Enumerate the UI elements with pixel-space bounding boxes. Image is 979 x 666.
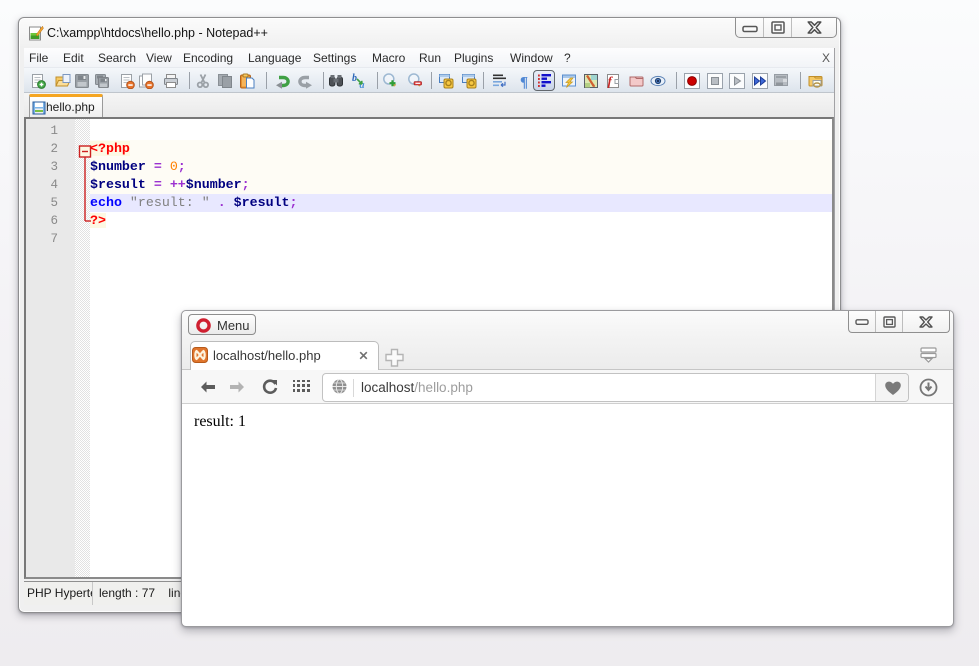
svg-text:b: b [352, 73, 357, 84]
svg-text:¶: ¶ [520, 75, 528, 90]
